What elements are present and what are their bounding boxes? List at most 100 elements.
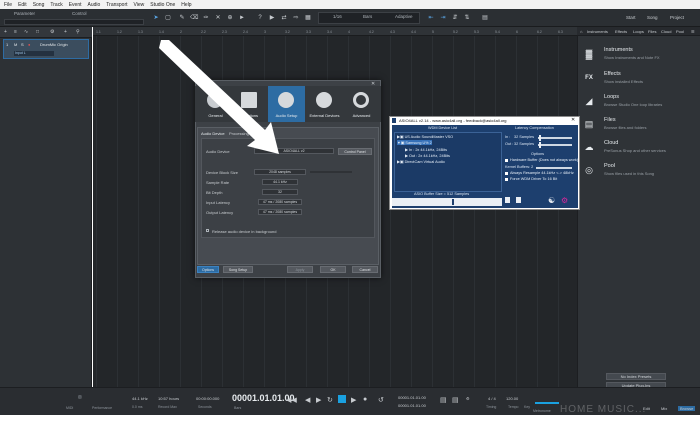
menu-edit[interactable]: Edit xyxy=(18,2,27,8)
rewind-icon[interactable]: ◀ xyxy=(305,396,310,404)
record-arm-button[interactable]: ● xyxy=(28,42,30,47)
performance-label[interactable]: Performance xyxy=(92,406,112,410)
browser-menu-icon[interactable]: ☰ xyxy=(691,29,695,34)
mix-tab[interactable]: Mix xyxy=(661,406,667,411)
browser-item-pool[interactable]: ◎ Pool Show files used in this Song xyxy=(582,163,697,183)
browser-item-loops[interactable]: ◢ Loops Browse Studio One loop libraries xyxy=(582,94,697,114)
metronome-settings-icon[interactable]: ⚙ xyxy=(466,396,470,401)
loop-end-value[interactable]: 00001.01.01.00 xyxy=(398,403,426,408)
snap-grid-icon[interactable]: ⇥ xyxy=(439,14,447,22)
menu-audio[interactable]: Audio xyxy=(88,2,101,8)
menu-studio-one[interactable]: Studio One xyxy=(150,2,175,8)
menu-track[interactable]: Track xyxy=(50,2,62,8)
play-icon[interactable]: ▶ xyxy=(351,396,356,404)
hardware-buffer-checkbox[interactable]: Hardware Buffer (Does not always work) xyxy=(505,158,578,162)
device-item-selected[interactable]: ▼▣ Samsung U% 2 xyxy=(397,140,432,145)
mute-button[interactable]: M xyxy=(14,42,17,47)
autoscroll-icon[interactable]: ▶ xyxy=(268,14,276,22)
quantize-value[interactable]: 1/16 xyxy=(333,14,342,20)
browser-item-effects[interactable]: FX Effects Show installed Effects xyxy=(582,71,697,91)
force-wdm-checkbox[interactable]: Force WDM Driver To 16 Bit xyxy=(505,177,557,181)
parameter-dropdown[interactable] xyxy=(4,19,144,25)
always-resample-checkbox[interactable]: Always Resample 44.1kHz <-> 48kHz xyxy=(505,171,574,175)
group-icon[interactable]: ▦ xyxy=(304,14,312,22)
tab-cloud[interactable]: Cloud xyxy=(661,29,671,34)
tab-pool[interactable]: Pool xyxy=(676,29,684,34)
tab-files[interactable]: Files xyxy=(648,29,656,34)
tab-loops[interactable]: Loops xyxy=(633,29,644,34)
track-settings-icon[interactable]: ⚙ xyxy=(50,29,54,35)
block-size-dropdown[interactable]: 2048 samples xyxy=(254,169,306,175)
menu-file[interactable]: File xyxy=(4,2,12,8)
track-input-selector[interactable]: Input L xyxy=(14,51,54,56)
track-row[interactable]: 1 M S ● DrumMic Origin Input L xyxy=(3,39,89,59)
time-signature-value[interactable]: 4 / 4 xyxy=(488,396,496,401)
return-to-zero-icon[interactable]: ◀◀ xyxy=(286,396,297,404)
start-button[interactable]: Start xyxy=(626,15,636,20)
mute-tool-icon[interactable]: ✕ xyxy=(214,14,222,22)
snap-value[interactable]: Adaptive xyxy=(395,14,413,20)
track-folder-icon[interactable]: □ xyxy=(36,29,39,35)
range-tool-icon[interactable]: ▢ xyxy=(164,14,172,22)
device-output[interactable]: ▶ Out : 2x 44.1kHz, 24Bits xyxy=(405,153,450,158)
menu-song[interactable]: Song xyxy=(33,2,45,8)
menu-view[interactable]: View xyxy=(134,2,145,8)
listen-tool-icon[interactable]: ► xyxy=(238,14,246,22)
song-button[interactable]: Song xyxy=(647,15,658,20)
menu-transport[interactable]: Transport xyxy=(106,2,127,8)
latency-in-slider[interactable] xyxy=(538,137,572,139)
loop-icon[interactable]: ↻ xyxy=(327,396,333,404)
track-name[interactable]: DrumMic Origin xyxy=(40,42,68,47)
tab-external-devices[interactable]: External Devices xyxy=(306,86,343,122)
automation-icon[interactable]: ∿ xyxy=(24,29,28,35)
split-icon[interactable]: ⇵ xyxy=(451,14,459,22)
track-add-plus-icon[interactable]: + xyxy=(64,29,67,35)
sample-rate-value[interactable]: 44.1 kHz xyxy=(262,179,298,185)
browser-item-cloud[interactable]: ☁ Cloud PreSonus Shop and other services xyxy=(582,140,697,160)
zoom-icon[interactable]: ⇅ xyxy=(463,14,471,22)
menu-help[interactable]: Help xyxy=(181,2,191,8)
device-input[interactable]: ▶ In : 2x 44.1kHz, 24Bits xyxy=(405,147,447,152)
buffer-size-thumb[interactable] xyxy=(452,199,454,205)
bend-tool-icon[interactable]: ⊕ xyxy=(226,14,234,22)
buffer-size-slider[interactable] xyxy=(392,198,502,206)
browser-item-instruments[interactable]: ▓ Instruments Show Instruments and Note … xyxy=(582,47,697,67)
ok-button[interactable]: OK xyxy=(320,266,346,273)
timeline-ruler[interactable] xyxy=(93,27,577,36)
tab-effects[interactable]: Effects xyxy=(615,29,627,34)
split-tool-icon[interactable]: ✎ xyxy=(178,14,186,22)
snap-toggle-icon[interactable]: ⇤ xyxy=(427,14,435,22)
song-setup-button[interactable]: Song Setup xyxy=(223,266,253,273)
arrow-tool-icon[interactable]: ➤ xyxy=(152,14,160,22)
record-icon[interactable]: ● xyxy=(363,396,367,403)
help-icon[interactable]: ? xyxy=(256,14,264,22)
mixer-icon[interactable]: ▤ xyxy=(481,14,489,22)
inspector-icon[interactable]: ≡ xyxy=(14,29,17,35)
latency-out-slider[interactable] xyxy=(538,144,572,146)
timebase-value[interactable]: Bars xyxy=(363,14,372,20)
no-index-presets-button[interactable]: No Index Presets xyxy=(606,373,666,380)
options-button[interactable]: Options xyxy=(197,266,219,273)
asio-advanced-icon[interactable] xyxy=(516,197,521,203)
loop-start-value[interactable]: 00001.01.01.00 xyxy=(398,395,426,400)
track-search-icon[interactable]: ⚲ xyxy=(76,29,80,35)
paint-tool-icon[interactable]: ✑ xyxy=(202,14,210,22)
device-item[interactable]: ▶▣ US Audio SoundMaster VSO xyxy=(397,134,453,139)
cancel-button[interactable]: Cancel xyxy=(352,266,378,273)
add-track-icon[interactable]: + xyxy=(4,29,7,35)
browser-item-files[interactable]: ▤ Files Browse files and folders xyxy=(582,117,697,137)
release-checkbox[interactable] xyxy=(206,229,209,232)
kernel-buffers-slider[interactable] xyxy=(536,167,572,169)
browser-home-icon[interactable]: ⌂ xyxy=(580,29,582,34)
punch-in-icon[interactable]: ▤ xyxy=(440,396,447,404)
link-icon[interactable]: ⇄ xyxy=(280,14,288,22)
follow-icon[interactable]: ⇨ xyxy=(292,14,300,22)
browse-tab[interactable]: Browse xyxy=(678,406,696,411)
apply-button[interactable]: Apply xyxy=(287,266,313,273)
device-item[interactable]: ▶▣ DirectCam Virtual Audio xyxy=(397,159,445,164)
wdm-device-list[interactable]: ▶▣ US Audio SoundMaster VSO ▼▣ Samsung U… xyxy=(394,132,502,192)
menu-event[interactable]: Event xyxy=(69,2,82,8)
tab-instruments[interactable]: Instruments xyxy=(587,29,608,34)
erase-tool-icon[interactable]: ⌫ xyxy=(190,14,198,22)
tempo-value[interactable]: 120.00 xyxy=(506,396,518,401)
